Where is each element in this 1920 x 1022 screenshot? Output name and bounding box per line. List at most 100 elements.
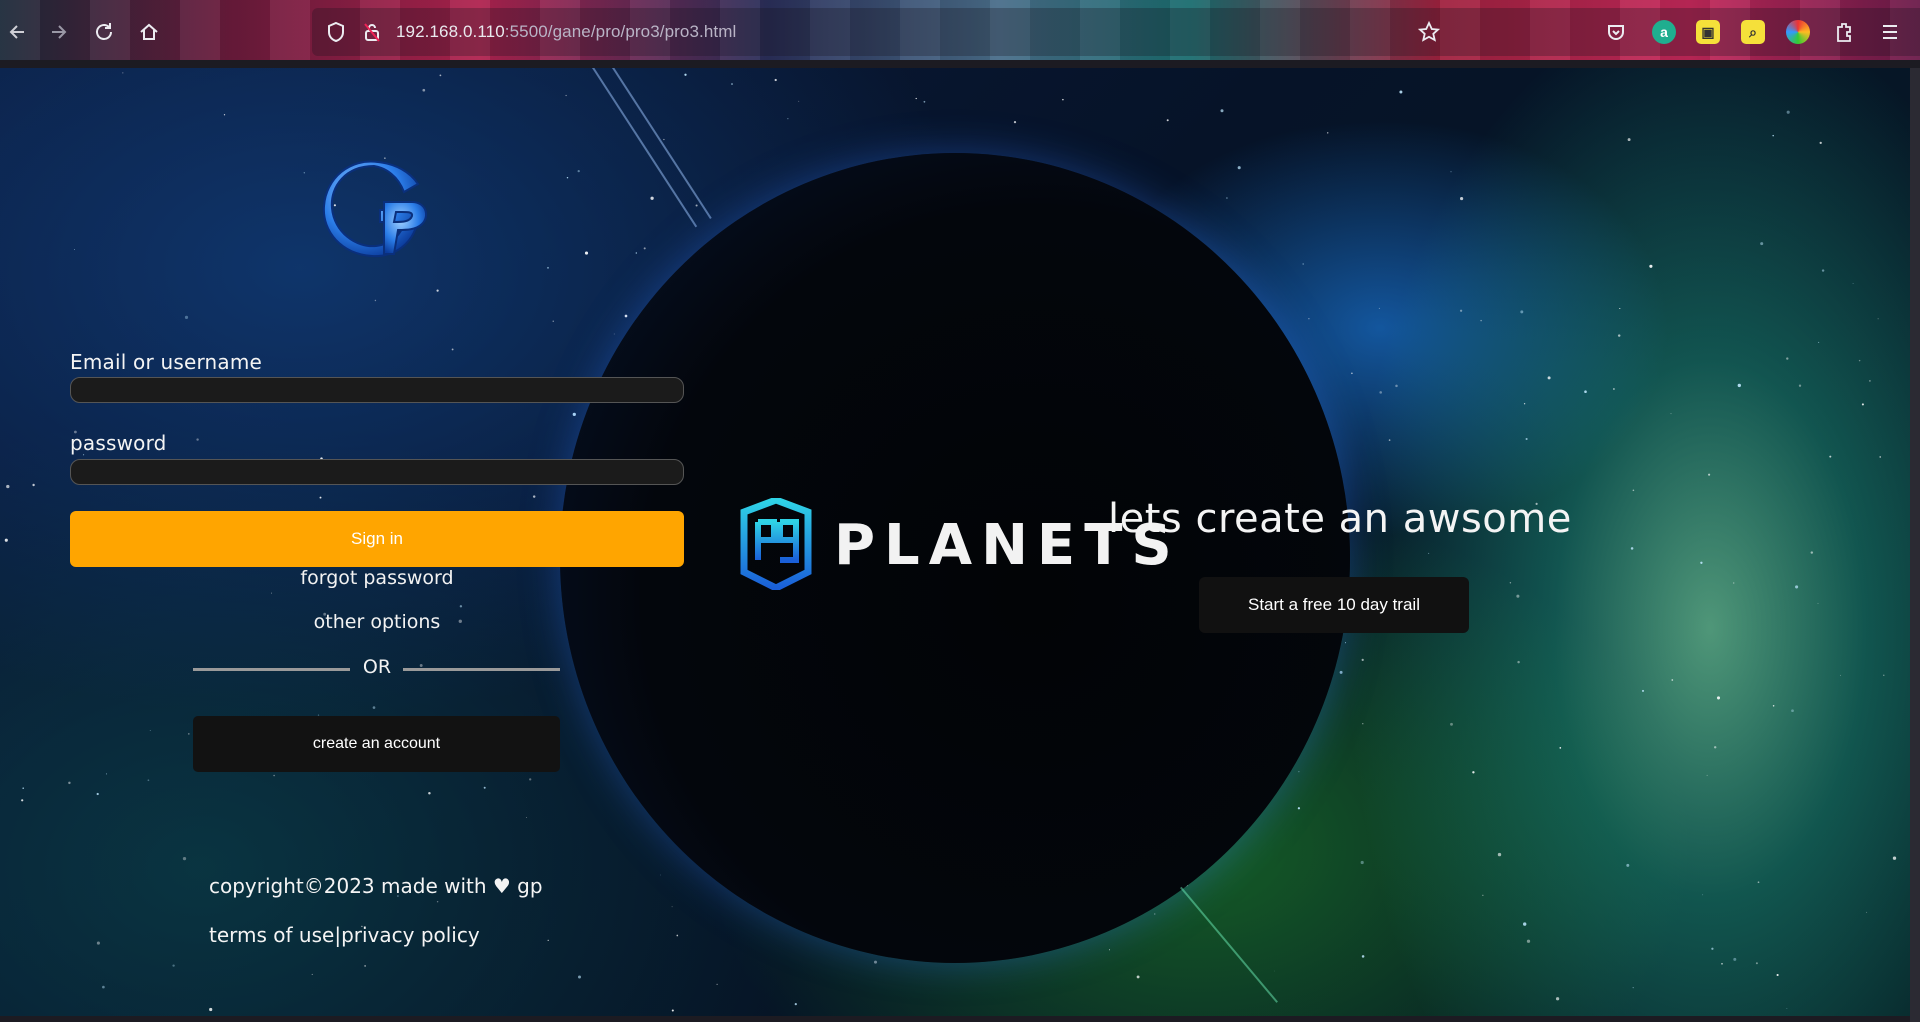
star-dot	[1617, 334, 1621, 337]
star-dot	[1791, 709, 1794, 713]
page-edge	[1910, 68, 1920, 1022]
other-options-link[interactable]: other options	[70, 611, 684, 633]
star-dot	[1360, 860, 1364, 865]
star-dot	[74, 249, 75, 250]
terms-of-use-link[interactable]: terms of use	[209, 923, 334, 947]
extension-a-icon[interactable]: a	[1652, 20, 1676, 44]
star-dot	[1760, 242, 1764, 246]
email-field[interactable]	[70, 377, 684, 403]
star-dot	[774, 78, 777, 82]
star-dot	[102, 985, 105, 989]
pocket-icon[interactable]	[1602, 18, 1630, 46]
star-dot	[184, 315, 189, 319]
star-dot	[1497, 852, 1502, 857]
star-dot	[1351, 372, 1353, 375]
star-dot	[1612, 388, 1615, 390]
star-dot	[459, 605, 463, 608]
star-dot	[1526, 939, 1531, 943]
star-dot	[794, 1002, 797, 1006]
back-icon[interactable]	[4, 18, 32, 46]
star-dot	[1708, 473, 1711, 476]
star-dot	[529, 778, 532, 781]
shield-icon[interactable]	[322, 18, 350, 46]
star-dot	[716, 983, 718, 985]
star-dot	[1108, 949, 1111, 951]
star-dot	[1737, 383, 1741, 388]
star-dot	[1892, 856, 1897, 860]
free-trial-button[interactable]: Start a free 10 day trail	[1199, 577, 1469, 633]
star-dot	[182, 856, 187, 861]
star-dot	[1379, 391, 1382, 394]
star-dot	[1706, 774, 1708, 776]
star-dot	[436, 289, 439, 292]
extension-search-icon[interactable]: ⌕	[1741, 20, 1765, 44]
star-dot	[1757, 881, 1760, 884]
star-dot	[1460, 197, 1464, 201]
home-icon[interactable]	[135, 18, 163, 46]
star-dot	[1136, 975, 1140, 979]
star-dot	[547, 266, 549, 269]
password-field[interactable]	[70, 459, 684, 485]
star-dot	[798, 100, 800, 102]
forgot-password-link[interactable]: forgot password	[70, 567, 684, 589]
star-dot	[4, 538, 8, 542]
star-dot	[676, 934, 679, 937]
star-dot	[1755, 962, 1758, 965]
star-dot	[1670, 413, 1672, 415]
star-dot	[122, 72, 124, 74]
star-dot	[1547, 376, 1551, 380]
reload-icon[interactable]	[90, 18, 118, 46]
star-dot	[532, 495, 536, 498]
bookmark-star-icon[interactable]	[1415, 18, 1443, 46]
browser-toolbar: 192.168.0.110:5500/gane/pro/pro3/pro3.ht…	[0, 0, 1920, 60]
star-dot	[187, 733, 190, 735]
star-dot	[1786, 1007, 1788, 1009]
star-dot	[1520, 310, 1524, 314]
star-dot	[172, 964, 175, 967]
privacy-policy-link[interactable]: privacy policy	[341, 923, 480, 947]
star-dot	[68, 781, 71, 785]
star-dot	[196, 438, 199, 441]
planets-brand-logo	[740, 498, 812, 590]
star-dot	[572, 412, 576, 417]
star-dot	[1516, 594, 1520, 598]
star-dot	[1821, 269, 1825, 272]
star-dot	[566, 176, 569, 179]
url-text[interactable]: 192.168.0.110:5500/gane/pro/pro3/pro3.ht…	[396, 22, 736, 42]
star-dot	[303, 172, 305, 174]
star-dot	[1786, 357, 1789, 360]
star-dot	[547, 939, 549, 942]
star-dot	[6, 484, 10, 489]
star-dot	[1852, 283, 1854, 284]
star-dot	[1700, 561, 1703, 564]
star-dot	[695, 204, 698, 207]
star-dot	[1220, 109, 1224, 113]
star-dot	[684, 73, 687, 76]
star-dot	[1772, 134, 1774, 137]
star-dot	[731, 83, 733, 85]
forward-icon[interactable]	[44, 18, 72, 46]
star-dot	[1013, 121, 1017, 124]
star-dot	[1733, 957, 1737, 961]
star-dot	[419, 664, 423, 667]
star-dot	[483, 786, 486, 789]
lock-icon[interactable]	[358, 18, 386, 46]
create-account-button[interactable]: create an account	[193, 716, 560, 772]
star-dot	[1861, 403, 1864, 406]
star-dot	[1298, 771, 1300, 773]
star-dot	[451, 348, 454, 351]
star-dot	[1649, 264, 1653, 268]
star-dot	[1883, 674, 1885, 676]
star-dot	[21, 799, 24, 802]
extension-colorful-icon[interactable]	[1786, 20, 1810, 44]
extensions-icon[interactable]	[1830, 18, 1858, 46]
menu-icon[interactable]	[1876, 18, 1904, 46]
extension-dictionary-icon[interactable]: ▣	[1696, 20, 1720, 44]
star-dot	[1877, 318, 1879, 320]
star-dot	[1166, 119, 1169, 122]
star-dot	[635, 252, 637, 254]
star-dot	[374, 299, 377, 302]
star-dot	[1302, 263, 1305, 265]
star-dot	[1869, 380, 1871, 382]
sign-in-button[interactable]: Sign in	[70, 511, 684, 567]
